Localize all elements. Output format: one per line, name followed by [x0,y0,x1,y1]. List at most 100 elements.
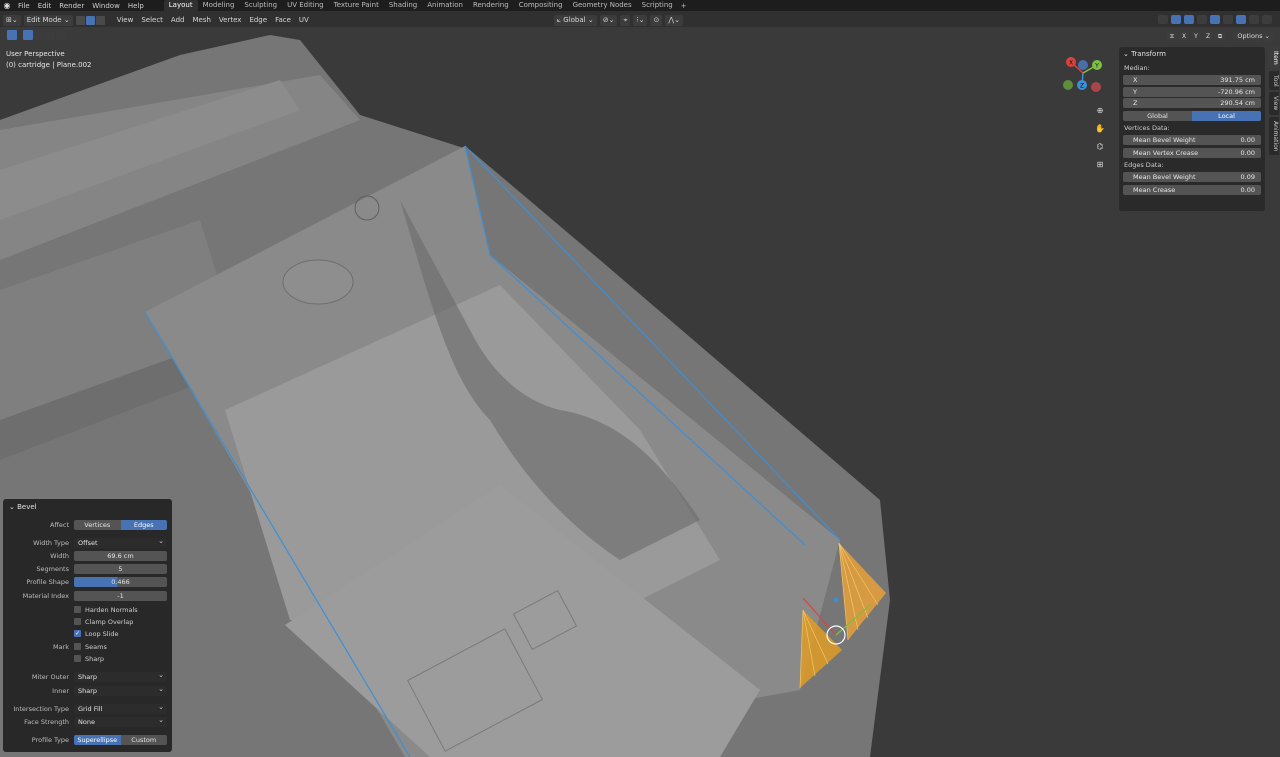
harden-normals-checkbox[interactable]: Harden Normals [74,605,138,614]
width-field[interactable]: 69.6 cm [74,551,167,561]
menu-window[interactable]: Window [88,2,124,10]
menu-render[interactable]: Render [55,2,88,10]
global-space-button[interactable]: Global [1123,111,1192,121]
options-dropdown[interactable]: Options ⌄ [1233,32,1274,41]
gizmo-toggle-icon[interactable] [1171,15,1181,24]
wireframe-shading-icon[interactable] [1223,15,1233,24]
select-box-tool-icon[interactable] [7,30,17,40]
overlay-toggle-icon[interactable] [1184,15,1194,24]
tab-animation[interactable]: Animation [1269,116,1279,156]
menu-help[interactable]: Help [124,2,148,10]
rendered-shading-icon[interactable] [1262,15,1272,24]
header-menu-vertex[interactable]: Vertex [215,16,246,24]
workspace-tab-animation[interactable]: Animation [422,0,468,11]
transform-orientation-dropdown[interactable]: ⟀ Global ⌄ [553,14,597,26]
edge-crease-field[interactable]: Mean Crease 0.00 [1123,185,1261,195]
face-strength-dropdown[interactable]: None [74,715,167,727]
workspace-tab-geometry-nodes[interactable]: Geometry Nodes [568,0,637,11]
mirror-x-button[interactable]: X [1179,32,1189,41]
mirror-toggle-icon[interactable]: ⧖ [1167,32,1177,41]
edge-bevel-weight-field[interactable]: Mean Bevel Weight 0.09 [1123,172,1261,182]
auto-merge-icon[interactable]: ⧉ [1215,32,1225,41]
header-menu-view[interactable]: View [113,16,138,24]
workspace-tab-rendering[interactable]: Rendering [468,0,514,11]
local-space-button[interactable]: Local [1192,111,1261,121]
menu-file[interactable]: File [14,2,34,10]
vertex-bevel-weight-field[interactable]: Mean Bevel Weight 0.00 [1123,135,1261,145]
header-menu-add[interactable]: Add [167,16,189,24]
snap-toggle[interactable]: ⌖ [620,14,631,26]
proportional-falloff-dropdown[interactable]: ⋀⌄ [665,14,683,26]
face-select-icon[interactable] [95,15,105,25]
menu-edit[interactable]: Edit [34,2,56,10]
profile-custom-button[interactable]: Custom [120,735,167,745]
visibility-icon[interactable] [1158,15,1168,24]
edge-select-icon[interactable] [85,15,95,25]
median-z-field[interactable]: Z 290.54 cm [1123,98,1261,108]
gizmo-z-handle[interactable] [833,597,839,603]
profile-superellipse-button[interactable]: Superellipse [74,735,121,745]
header-menu-select[interactable]: Select [137,16,167,24]
workspace-tab-texture-paint[interactable]: Texture Paint [329,0,384,11]
material-index-field[interactable]: -1 [74,591,167,601]
mark-sharp-checkbox[interactable]: Sharp [74,654,104,663]
workspace-tab-uv-editing[interactable]: UV Editing [282,0,329,11]
loop-slide-check-icon[interactable]: ✓ [74,630,81,637]
mark-seams-checkbox[interactable]: Seams [74,642,107,651]
workspace-tab-modeling[interactable]: Modeling [198,0,240,11]
camera-view-icon[interactable]: ⌬ [1093,140,1107,154]
header-menu-face[interactable]: Face [271,16,295,24]
mirror-y-button[interactable]: Y [1191,32,1201,41]
profile-shape-slider[interactable]: 0.466 [74,577,167,587]
mesh-edit-overlay-icon[interactable] [1197,15,1207,24]
tab-item[interactable]: Item [1269,47,1279,69]
workspace-tab-compositing[interactable]: Compositing [514,0,568,11]
clamp-overlap-box[interactable] [74,618,81,625]
proportional-edit-toggle[interactable]: ⊙ [650,14,663,26]
segments-field[interactable]: 5 [74,564,167,574]
harden-normals-box[interactable] [74,606,81,613]
blender-logo-icon[interactable]: ◉ [0,1,14,10]
workspace-tab-scripting[interactable]: Scripting [637,0,678,11]
mode-selector[interactable]: Edit Mode ⌄ [23,14,73,26]
add-workspace-button[interactable]: + [678,2,690,10]
bevel-panel-header[interactable]: ⌄ Bevel [9,503,37,511]
header-menu-uv[interactable]: UV [295,16,313,24]
solid-shading-icon[interactable] [1236,15,1246,24]
3d-viewport[interactable]: X Y Z [0,0,1280,757]
transform-panel-header[interactable]: ⌄ Transform [1123,50,1261,58]
mark-seams-box[interactable] [74,643,81,650]
affect-vertices-button[interactable]: Vertices [74,520,121,530]
vertex-crease-field[interactable]: Mean Vertex Crease 0.00 [1123,148,1261,158]
pan-hand-icon[interactable]: ✋ [1093,122,1107,136]
zoom-icon[interactable]: ⊕ [1093,104,1107,118]
perspective-grid-icon[interactable]: ⊞ [1093,158,1107,172]
vertex-select-icon[interactable] [75,15,85,25]
median-y-field[interactable]: Y -720.96 cm [1123,86,1261,97]
affect-edges-button[interactable]: Edges [120,520,167,530]
width-type-dropdown[interactable]: Offset [74,536,167,548]
select-new-icon[interactable] [23,30,33,40]
clamp-overlap-checkbox[interactable]: Clamp Overlap [74,617,133,626]
tab-tool[interactable]: Tool [1269,70,1279,91]
editor-type-button[interactable]: ⊞⌄ [3,14,21,26]
workspace-tab-sculpting[interactable]: Sculpting [239,0,282,11]
intersection-type-dropdown[interactable]: Grid Fill [74,702,167,714]
loop-slide-checkbox[interactable]: ✓ Loop Slide [74,629,119,638]
miter-outer-dropdown[interactable]: Sharp [74,670,167,682]
select-extend-icon[interactable] [34,30,44,40]
xray-toggle-icon[interactable] [1210,15,1220,24]
mirror-z-button[interactable]: Z [1203,32,1213,41]
mark-sharp-box[interactable] [74,655,81,662]
median-x-field[interactable]: X 391.75 cm [1123,75,1261,85]
pivot-point-dropdown[interactable]: ⊘⌄ [599,14,618,26]
select-subtract-icon[interactable] [45,30,55,40]
header-menu-mesh[interactable]: Mesh [188,16,214,24]
workspace-tab-shading[interactable]: Shading [384,0,422,11]
inner-miter-dropdown[interactable]: Sharp [74,684,167,696]
select-intersect-icon[interactable] [56,30,66,40]
tab-view[interactable]: View [1269,92,1279,115]
snap-target-dropdown[interactable]: ⁝⌄ [633,14,648,26]
material-shading-icon[interactable] [1249,15,1259,24]
workspace-tab-layout[interactable]: Layout [163,0,198,11]
